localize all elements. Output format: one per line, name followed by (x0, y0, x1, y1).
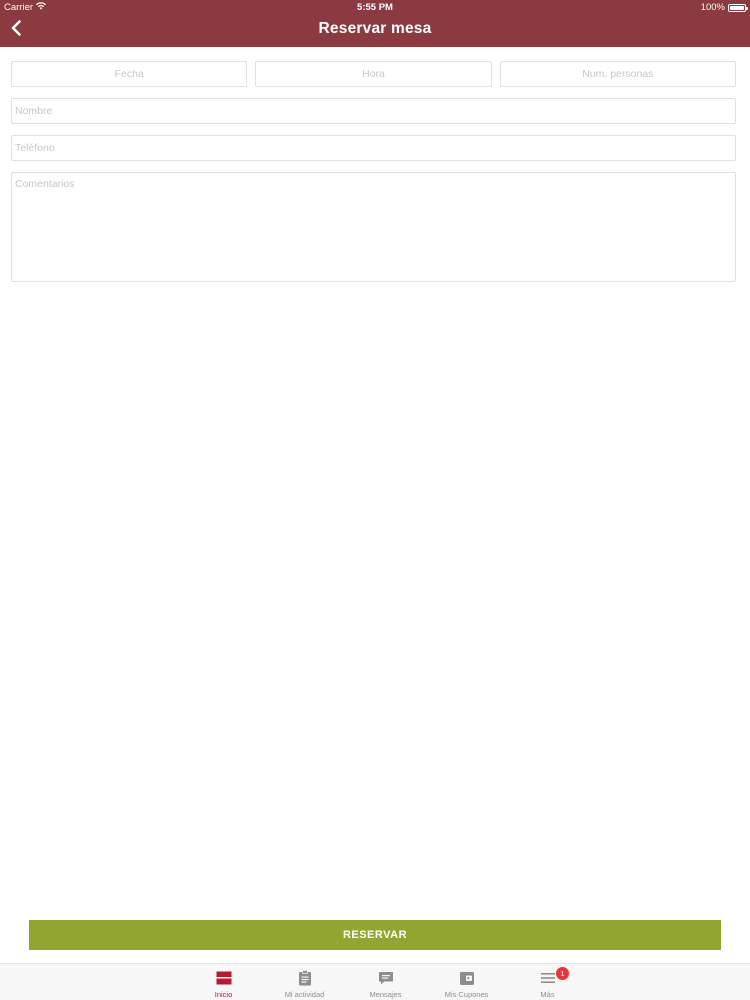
tab-inicio[interactable]: Inicio (183, 964, 264, 1000)
tab-label: Inicio (214, 990, 233, 999)
tab-label: Mis Cupones (444, 990, 489, 999)
notification-badge: 1 (556, 967, 569, 980)
fecha-field[interactable] (11, 61, 248, 87)
home-icon (215, 969, 233, 987)
tab-label: Mi actividad (284, 990, 325, 999)
status-bar: Carrier 5:55 PM 100% (0, 0, 750, 14)
app-header: Carrier 5:55 PM 100% Reservar mesa (0, 0, 750, 47)
telefono-field[interactable] (11, 135, 736, 161)
tab-mi-actividad[interactable]: Mi actividad (264, 964, 345, 1000)
tab-mensajes[interactable]: Mensajes (345, 964, 426, 1000)
page-title: Reservar mesa (318, 20, 432, 37)
nombre-field[interactable] (11, 98, 736, 124)
tabs: Inicio Mi actividad Mensajes Mis Cupones… (183, 964, 588, 1000)
reservar-button[interactable]: RESERVAR (29, 920, 721, 950)
battery-icon (728, 3, 748, 12)
reservation-form (11, 61, 736, 282)
nav-bar: Reservar mesa (0, 14, 750, 47)
date-time-row (11, 61, 736, 87)
tab-label: Mensajes (369, 990, 402, 999)
tab-mas[interactable]: 1 Más (507, 964, 588, 1000)
comentarios-field[interactable] (11, 172, 736, 282)
hora-field[interactable] (255, 61, 492, 87)
tab-mis-cupones[interactable]: Mis Cupones (426, 964, 507, 1000)
tab-bar: Inicio Mi actividad Mensajes Mis Cupones… (0, 963, 750, 1000)
menu-icon (539, 969, 557, 987)
status-time: 5:55 PM (357, 2, 393, 13)
num-personas-field[interactable] (499, 61, 736, 87)
battery-percent: 100% (700, 2, 725, 13)
tab-label: Más (540, 990, 555, 999)
chat-bubble-icon (377, 969, 395, 987)
status-right: 100% (700, 2, 748, 13)
wallet-icon (458, 969, 476, 987)
clipboard-icon (296, 969, 314, 987)
